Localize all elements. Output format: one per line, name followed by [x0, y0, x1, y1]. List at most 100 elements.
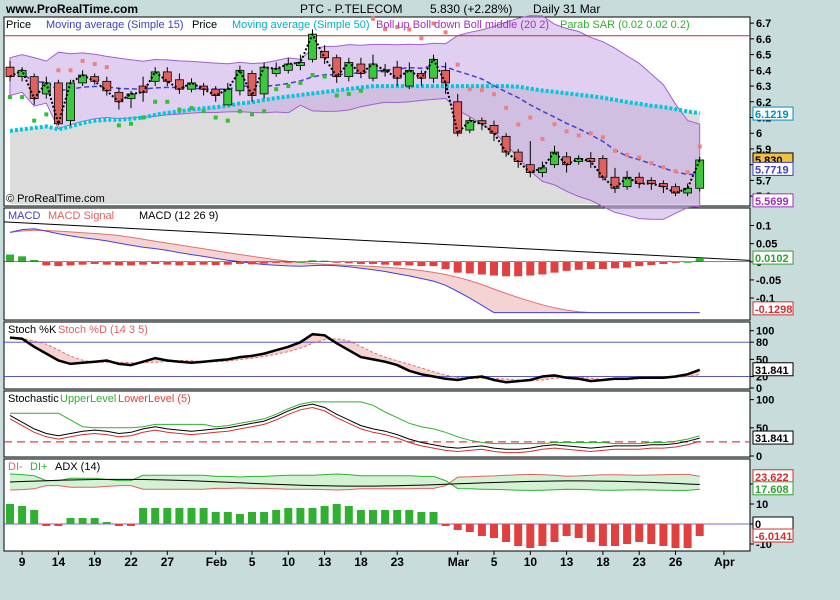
legend-item: MACD (12 26 9) — [139, 210, 218, 222]
macd-histogram-bar — [66, 261, 75, 266]
sar-dot — [322, 74, 327, 79]
macd-histogram-bar — [272, 261, 281, 263]
adx-histogram-bar — [199, 508, 208, 524]
sar-dot — [371, 16, 375, 21]
x-tick-label: 10 — [524, 555, 538, 569]
adx-histogram-bar — [6, 504, 14, 524]
sar-dot — [552, 122, 557, 127]
macd-histogram-bar — [139, 261, 148, 265]
y-tick-label: 80 — [756, 337, 768, 349]
macd-histogram-bar — [477, 261, 486, 275]
candle-body — [586, 157, 596, 162]
x-tick-label: 18 — [354, 555, 368, 569]
adx-histogram-bar — [30, 510, 39, 524]
macd-histogram-bar — [490, 261, 498, 276]
value-badge-label: 0.0102 — [755, 253, 789, 265]
sar-dot — [358, 88, 363, 93]
adx-histogram-bar — [223, 512, 232, 524]
adx-histogram-bar — [187, 508, 196, 524]
adx-histogram-bar — [574, 524, 583, 538]
macd-histogram-bar — [356, 261, 365, 264]
adx-histogram-bar — [260, 512, 269, 524]
value-badge-label: -0.1298 — [755, 304, 792, 316]
y-tick-label: 5.7 — [756, 175, 771, 187]
adx-histogram-bar — [114, 524, 123, 526]
adx-histogram-bar — [611, 524, 619, 546]
adx-histogram-bar — [586, 524, 595, 542]
value-badge-label: 31.841 — [755, 433, 789, 445]
legend-item: ADX (14) — [55, 461, 100, 473]
x-tick-label: 23 — [633, 555, 647, 569]
site-name[interactable]: www.ProRealTime.com — [5, 2, 138, 16]
sar-dot — [346, 91, 351, 96]
legend-item: Stochastic — [8, 393, 59, 405]
legend-item: Price — [192, 19, 217, 31]
adx-histogram-bar — [18, 506, 27, 524]
adx-histogram-bar — [562, 524, 571, 536]
sar-dot — [92, 62, 97, 67]
x-tick-label: Feb — [206, 555, 227, 569]
legend-item: Price — [6, 19, 31, 31]
value-badge-label: 6.1219 — [755, 109, 789, 121]
candle-body — [465, 120, 475, 131]
candle-body — [283, 63, 293, 71]
x-tick-label: 13 — [318, 555, 332, 569]
x-tick-label: Apr — [714, 555, 735, 569]
instrument-title: PTC - P.TELECOM — [300, 2, 402, 16]
candle-body — [404, 69, 414, 87]
adx-histogram-bar — [623, 524, 632, 544]
y-tick-label: 0 — [756, 383, 762, 395]
adx-histogram-bar — [429, 512, 438, 524]
sar-dot — [20, 95, 25, 100]
sar-dot — [334, 93, 339, 98]
macd-histogram-bar — [635, 261, 644, 267]
macd-histogram-bar — [526, 261, 535, 276]
legend-item: UpperLevel — [60, 393, 116, 405]
macd-histogram-bar — [417, 261, 426, 267]
sar-dot — [298, 80, 303, 85]
adx-histogram-bar — [127, 524, 135, 526]
adx-histogram-bar — [695, 524, 704, 536]
sar-dot — [649, 161, 654, 166]
sar-dot — [165, 99, 170, 104]
x-tick-label: 26 — [669, 555, 683, 569]
candle-body — [513, 151, 523, 162]
legend-item: Moving average (Simple 50) — [232, 19, 370, 31]
candle-body — [235, 69, 245, 92]
candle-body — [5, 66, 15, 78]
adx-histogram-bar — [235, 514, 244, 524]
sar-dot — [516, 122, 521, 127]
x-tick-label: Mar — [448, 555, 470, 569]
y-tick-label: 0.05 — [756, 239, 777, 251]
x-tick-label: 19 — [88, 555, 102, 569]
sar-dot — [80, 58, 85, 63]
adx-histogram-bar — [635, 524, 644, 542]
candle-body — [66, 82, 75, 122]
value-badge-label: 5.5699 — [755, 196, 789, 208]
sar-dot — [528, 115, 533, 120]
sar-dot — [310, 73, 315, 78]
macd-histogram-bar — [163, 261, 172, 265]
macd-histogram-bar — [598, 261, 607, 270]
macd-histogram-bar — [223, 261, 232, 265]
x-tick-label: 14 — [52, 555, 66, 569]
y-tick-label: 6.7 — [756, 18, 771, 30]
sar-dot — [213, 115, 218, 120]
macd-histogram-bar — [695, 258, 704, 262]
candle-body — [332, 57, 342, 78]
adx-histogram-bar — [502, 524, 511, 542]
adx-histogram-bar — [405, 510, 414, 524]
macd-histogram-bar — [574, 261, 583, 270]
period-label: Daily 31 Mar — [533, 2, 600, 16]
adx-histogram-bar — [248, 512, 256, 524]
macd-histogram-bar — [127, 261, 135, 266]
candle-body — [308, 33, 317, 60]
macd-histogram-bar — [260, 261, 269, 264]
y-tick-label: 6.5 — [756, 50, 771, 62]
sar-dot — [129, 121, 133, 126]
candle-body — [501, 135, 511, 153]
macd-histogram-bar — [114, 261, 123, 266]
value-badge-label: 5.7719 — [755, 164, 789, 176]
adx-histogram-bar — [54, 524, 63, 526]
legend-item: Boll up Boll down Boll middle (20 2) — [376, 19, 549, 31]
